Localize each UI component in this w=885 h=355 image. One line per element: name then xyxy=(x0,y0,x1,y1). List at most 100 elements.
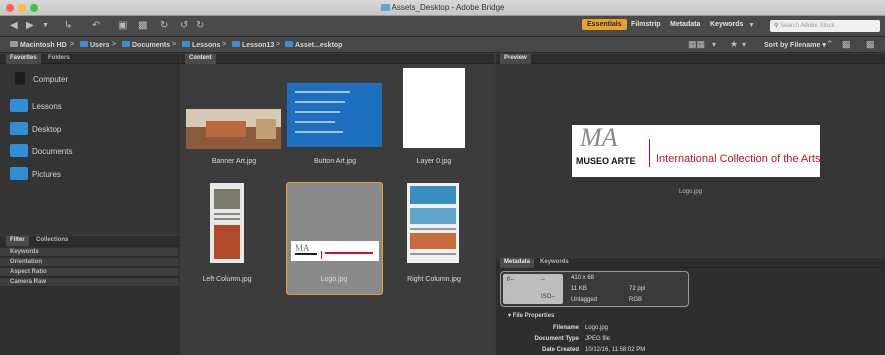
tab-metadata[interactable]: Metadata xyxy=(500,258,535,268)
refine-icon[interactable]: ▩ xyxy=(138,20,147,31)
back-arrow-icon[interactable]: ◀ xyxy=(10,20,18,31)
tab-keywords[interactable]: Keywords xyxy=(536,258,573,268)
drive-icon xyxy=(10,41,18,47)
favorite-item-computer[interactable]: Computer xyxy=(10,72,68,85)
breadcrumb-item[interactable]: Users xyxy=(80,41,109,49)
building-image xyxy=(206,121,246,137)
breadcrumb-item[interactable]: Documents xyxy=(122,41,170,49)
tab-preview[interactable]: Preview xyxy=(500,54,531,64)
metadata-value: Logo.jpg xyxy=(585,325,609,331)
sort-menu[interactable]: Sort by Filename ▾ xyxy=(764,41,826,49)
workspace-filmstrip[interactable]: Filmstrip xyxy=(631,21,661,28)
metadata-panel: Metadata Keywords f/-- -- ISO-- 410 x 68… xyxy=(496,258,885,355)
thumbnail-banner-art[interactable] xyxy=(186,109,281,149)
text-line xyxy=(295,111,340,113)
camera-icon[interactable]: ▣ xyxy=(118,20,127,31)
workspace-menu-icon[interactable]: ▼ xyxy=(748,22,755,29)
preview-image: MA MUSEO ARTE International Collection o… xyxy=(572,123,821,177)
return-icon[interactable]: ↶ xyxy=(92,20,100,31)
folder-icon xyxy=(10,144,28,157)
logo-tagline-line xyxy=(325,252,373,254)
folder-icon xyxy=(122,41,130,47)
favorites-tab-bar: Favorites Folders xyxy=(0,54,180,64)
parent-folder-icon[interactable]: ↳ xyxy=(64,20,72,31)
photo-image xyxy=(410,233,456,249)
workspace-essentials[interactable]: Essentials xyxy=(582,19,627,30)
star-icon[interactable]: ★ xyxy=(730,39,738,50)
breadcrumb-item[interactable]: Macintosh HD xyxy=(10,41,67,49)
photo-image xyxy=(410,208,456,224)
filter-panel: Filter Collections Keywords Orientation … xyxy=(0,236,180,355)
breadcrumb-item[interactable]: Lessons xyxy=(182,41,220,49)
chevron-down-icon: ▾ xyxy=(508,313,512,319)
separator-icon: > xyxy=(172,41,177,48)
favorites-panel: Favorites Folders Computer Lessons Deskt… xyxy=(0,54,180,235)
favorite-item-lessons[interactable]: Lessons xyxy=(10,99,62,112)
text-line xyxy=(295,91,350,93)
chevron-down-icon[interactable]: ▼ xyxy=(42,22,49,29)
photo-image xyxy=(214,189,240,209)
separator-icon: > xyxy=(112,41,117,48)
logo-thumbnail-image: MA xyxy=(291,241,379,261)
filter-camera-raw[interactable]: Camera Raw xyxy=(0,278,178,287)
sort-ascending-icon[interactable]: ⌃ xyxy=(826,39,834,50)
thumbnail-label: Logo.jpg xyxy=(320,276,348,283)
preview-caption: Logo.jpg xyxy=(678,189,703,195)
separator-icon: > xyxy=(222,41,227,48)
rotate-right-icon[interactable]: ↻ xyxy=(196,20,204,31)
folder-icon xyxy=(80,41,88,47)
thumbnail-label: Right Column.jpg xyxy=(407,276,461,283)
metadata-key: Date Created xyxy=(541,347,579,353)
favorite-item-pictures[interactable]: Pictures xyxy=(10,167,61,180)
text-line xyxy=(214,218,240,220)
new-folder-icon[interactable]: ▩ xyxy=(842,39,851,50)
content-tab-bar: Content xyxy=(181,54,494,64)
logo-tagline: International Collection of the Arts xyxy=(656,153,821,165)
view-mode-icon[interactable]: ▦▦ xyxy=(688,39,705,50)
forward-arrow-icon[interactable]: ▶ xyxy=(26,20,34,31)
workspace-metadata[interactable]: Metadata xyxy=(670,21,700,28)
favorite-item-desktop[interactable]: Desktop xyxy=(10,122,61,135)
filter-tab-bar: Filter Collections xyxy=(0,236,180,246)
search-input[interactable]: ⚲ Search Adobe Stock xyxy=(770,20,880,32)
tab-collections[interactable]: Collections xyxy=(32,236,72,246)
photo-image xyxy=(410,186,456,204)
logo-brand: MUSEO ARTE xyxy=(576,156,636,166)
logo-mark: MA xyxy=(580,123,618,152)
file-properties-heading[interactable]: ▾ File Properties xyxy=(508,312,554,319)
thumbnail-layer-0[interactable] xyxy=(403,68,465,148)
preview-panel: Preview MA MUSEO ARTE International Coll… xyxy=(496,54,885,257)
filter-aspect-ratio[interactable]: Aspect Ratio xyxy=(0,268,178,277)
metadata-summary: f/-- -- ISO-- 410 x 68 11 KB 72 ppi Unta… xyxy=(500,271,689,307)
metadata-value: JPEG file xyxy=(585,336,611,342)
folder-icon xyxy=(10,122,28,135)
metadata-key: Filename xyxy=(552,325,579,331)
building-image xyxy=(256,119,276,139)
text-line xyxy=(410,228,456,230)
chevron-down-icon[interactable]: ▾ xyxy=(742,40,746,49)
filter-orientation[interactable]: Orientation xyxy=(0,258,178,267)
tab-content[interactable]: Content xyxy=(185,54,216,64)
separator-icon: > xyxy=(276,41,281,48)
rotate-left-icon[interactable]: ↺ xyxy=(180,20,188,31)
color-mode: RGB xyxy=(629,297,643,303)
breadcrumb-item[interactable]: Asset...esktop xyxy=(285,41,342,49)
tab-folders[interactable]: Folders xyxy=(44,54,74,64)
breadcrumb-item[interactable]: Lesson13 xyxy=(232,41,274,49)
filter-keywords[interactable]: Keywords xyxy=(0,248,178,257)
image-dimensions: 410 x 68 xyxy=(571,275,595,281)
folder-icon xyxy=(380,4,390,11)
chevron-down-icon[interactable]: ▾ xyxy=(712,40,716,49)
workspace-keywords[interactable]: Keywords xyxy=(710,21,743,28)
thumbnail-left-column[interactable] xyxy=(210,183,244,263)
thumbnail-right-column[interactable] xyxy=(407,183,459,263)
thumbnail-button-art[interactable] xyxy=(287,83,382,147)
open-icon[interactable]: ▩ xyxy=(866,39,875,50)
open-recent-icon[interactable]: ↻ xyxy=(160,20,168,31)
resolution: 72 ppi xyxy=(629,286,646,292)
content-panel: Content Banner Art.jpg Button Art.jpg La… xyxy=(181,54,494,355)
tab-favorites[interactable]: Favorites xyxy=(6,54,41,64)
favorite-item-documents[interactable]: Documents xyxy=(10,144,72,157)
tab-filter[interactable]: Filter xyxy=(6,236,29,246)
text-line xyxy=(295,131,343,133)
